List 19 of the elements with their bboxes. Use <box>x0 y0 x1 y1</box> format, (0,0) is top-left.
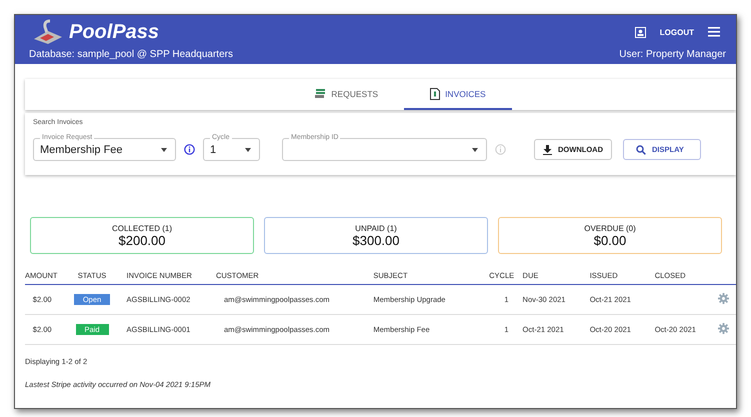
summary-label: COLLECTED (1) <box>112 224 172 232</box>
stack-icon <box>315 88 326 99</box>
summary-amount: $0.00 <box>594 232 626 248</box>
summary-label: OVERDUE (0) <box>584 224 636 232</box>
tab[interactable]: REQUESTS <box>289 79 404 110</box>
document-icon <box>430 88 440 100</box>
database-label: Database: sample_pool @ SPP Headquarters <box>29 49 233 60</box>
user-label: User: Property Manager <box>619 49 726 60</box>
download-icon <box>543 144 552 154</box>
logout-button[interactable]: LOGOUT <box>660 28 694 36</box>
summary-label: UNPAID (1) <box>355 224 397 232</box>
tab[interactable]: INVOICES <box>404 79 512 110</box>
contact-card-icon[interactable] <box>634 26 646 38</box>
search-icon <box>636 144 646 154</box>
summary-amount: $200.00 <box>118 232 166 248</box>
app-title: PoolPass <box>69 20 160 44</box>
summary-amount: $300.00 <box>352 232 400 248</box>
info-icon[interactable] <box>184 144 195 155</box>
menu-icon[interactable] <box>708 27 720 37</box>
